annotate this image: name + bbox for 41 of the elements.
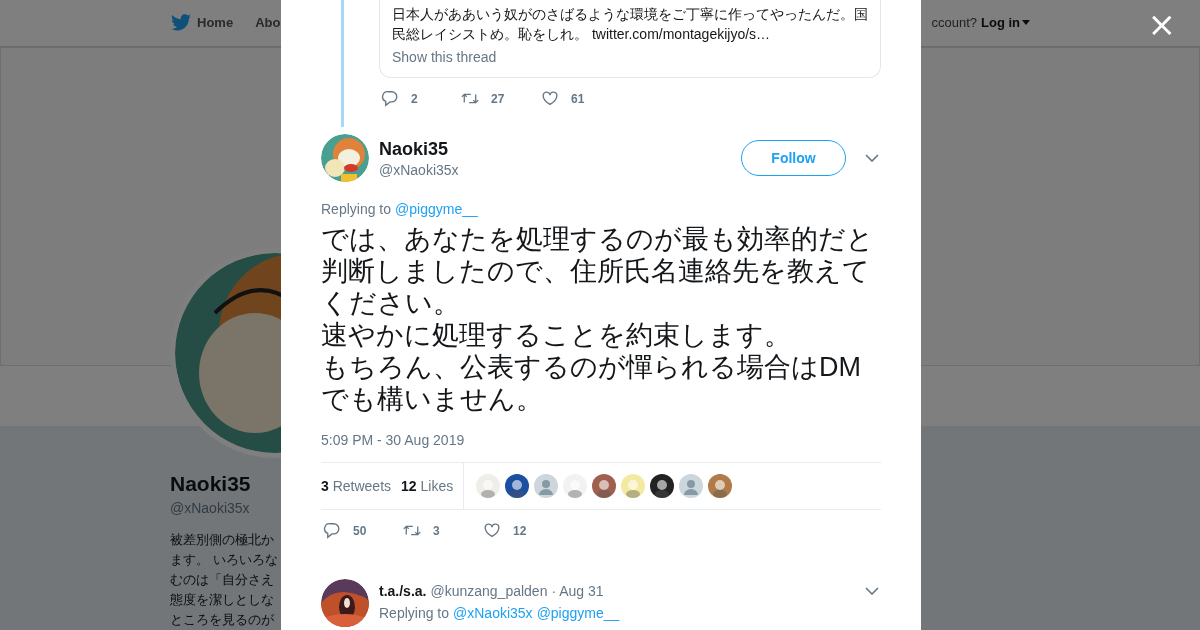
quoted-tweet-text: 日本人がああいう奴がのさばるような環境をご丁寧に作ってやったんだ。国 民総レイシストめ。恥をしれ。 twitter.com/montagekijyo/s… <box>392 5 868 44</box>
author-handle[interactable]: @xNaoki35x <box>379 161 741 178</box>
account-prompt: ccount? <box>931 15 977 31</box>
chevron-down-icon[interactable] <box>865 587 879 595</box>
author-name[interactable]: Naoki35 <box>379 138 741 160</box>
show-thread-link[interactable]: Show this thread <box>392 47 497 67</box>
retweet-count: 27 <box>491 91 505 106</box>
heart-icon[interactable] <box>483 522 501 539</box>
reply-date[interactable]: · Aug 31 <box>551 583 604 599</box>
quoted-tweet-card[interactable]: 日本人がああいう奴がのさばるような環境をご丁寧に作ってやったんだ。国 民総レイシストめ。恥をしれ。 twitter.com/montagekijyo/s… Show this thread <box>379 0 881 78</box>
tweet-text: では、あなたを処理するのが最も効率的だと判断しましたので、住所氏名連絡先を教えてください。 <box>321 223 875 319</box>
stat-link[interactable]: 12 Likes <box>401 478 454 494</box>
login-link[interactable]: Log in <box>981 15 1030 31</box>
like-count: 12 <box>513 523 527 538</box>
mention-link[interactable]: @piggyme__ <box>536 605 620 621</box>
mention-link[interactable]: @piggyme__ <box>395 201 478 217</box>
nav-link[interactable]: Home <box>197 15 234 31</box>
profile-name: Naoki35 <box>170 472 252 497</box>
close-button[interactable]: × <box>1143 4 1180 44</box>
reply-icon[interactable] <box>381 90 399 107</box>
tweet-timestamp[interactable]: 5:09 PM - 30 Aug 2019 <box>321 432 881 448</box>
replying-label: Replying to <box>379 605 450 621</box>
reply-author-name[interactable]: t.a./s.a. <box>379 583 427 599</box>
reply-author-handle[interactable]: @kunzang_palden <box>430 583 548 599</box>
chevron-down-icon[interactable] <box>865 154 879 162</box>
replying-label: Replying to <box>321 201 392 217</box>
nav-link[interactable]: Abo <box>255 15 281 31</box>
profile-handle: @xNaoki35x <box>170 500 251 517</box>
reply-count: 50 <box>353 523 367 538</box>
caret-icon <box>1022 20 1030 26</box>
tweet-text: 速やかに処理することを約束します。 <box>321 319 792 351</box>
mention-link[interactable]: @xNaoki35x <box>453 605 533 621</box>
retweet-count: 3 <box>433 523 440 538</box>
profile-bio: 被差別側の極北か ます。 いろいろな むのは「自分さえ 態度を潔しとしな ところを見るのが <box>170 531 279 630</box>
follow-button[interactable]: Follow <box>741 140 846 176</box>
reply-count: 2 <box>411 91 418 106</box>
tweet-text: もちろん、公表するのが憚られる場合はDMでも構いません。 <box>321 351 862 415</box>
reply-icon[interactable] <box>323 522 341 539</box>
heart-icon[interactable] <box>541 90 559 107</box>
stat-link[interactable]: 3 Retweets <box>321 478 392 494</box>
like-count: 61 <box>571 91 585 106</box>
